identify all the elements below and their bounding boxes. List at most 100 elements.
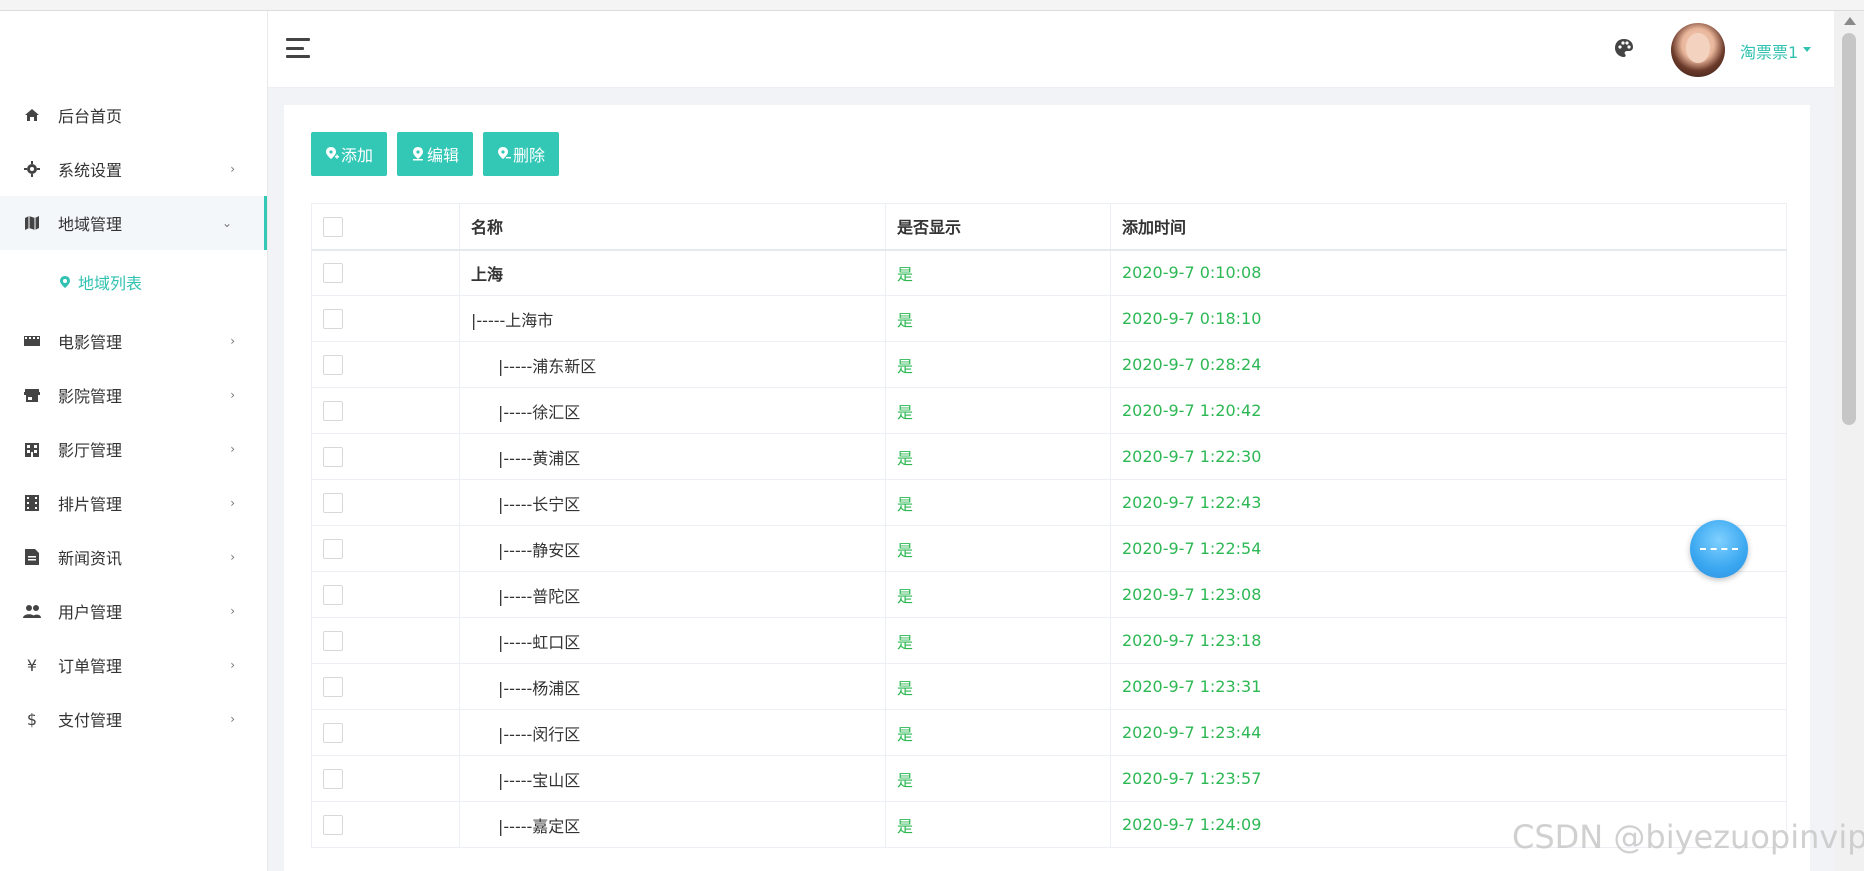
region-name-cell: |-----普陀区 — [459, 571, 886, 618]
sidebar-item-label: 排片管理 — [58, 495, 123, 514]
menu-toggle-icon[interactable] — [286, 38, 310, 58]
row-checkbox[interactable] — [323, 308, 343, 329]
table-row[interactable]: |-----浦东新区是 2020-9-7 0:28:24 — [311, 341, 1787, 388]
floating-assistant-button[interactable] — [1690, 520, 1748, 578]
sidebar-item-payment-management[interactable]: $ 支付管理 › — [0, 692, 267, 746]
sidebar-item-order-management[interactable]: ¥ 订单管理 › — [0, 638, 267, 692]
row-select-cell — [311, 295, 460, 342]
map-icon — [22, 213, 42, 233]
row-checkbox[interactable] — [323, 263, 343, 283]
table-row[interactable]: |-----闵行区是 2020-9-7 1:23:44 — [311, 709, 1787, 756]
show-status-cell: 是 — [885, 663, 1111, 710]
scrollbar-thumb[interactable] — [1842, 33, 1856, 425]
region-table: 名称 是否显示 添加时间 上海是 2020-9-7 0:10:08 |-----上海… — [311, 203, 1787, 848]
show-status-cell: 是 — [885, 801, 1111, 848]
row-select-cell — [311, 249, 460, 296]
sidebar-item-label: 系统设置 — [58, 161, 123, 180]
sidebar-item-label: 支付管理 — [58, 711, 123, 730]
added-time-cell: 2020-9-7 0:18:10 — [1110, 295, 1787, 342]
row-checkbox[interactable] — [323, 768, 343, 789]
column-header-time: 添加时间 — [1110, 203, 1787, 251]
region-name: 闵行区 — [532, 724, 581, 744]
select-all-checkbox[interactable] — [323, 216, 343, 237]
region-name-cell: |-----杨浦区 — [459, 663, 886, 710]
user-name-dropdown[interactable]: 淘票票1 — [1740, 39, 1798, 63]
delete-button-label: 删除 — [513, 146, 546, 165]
row-select-cell — [311, 479, 460, 526]
sidebar-item-user-management[interactable]: 用户管理 › — [0, 584, 267, 638]
region-name: 嘉定区 — [532, 816, 581, 836]
table-row[interactable]: |-----杨浦区是 2020-9-7 1:23:31 — [311, 663, 1787, 710]
sidebar-item-label: 订单管理 — [58, 657, 123, 676]
table-header-row: 名称 是否显示 添加时间 — [311, 203, 1787, 251]
edit-location-icon — [413, 147, 424, 161]
row-checkbox[interactable] — [323, 446, 343, 467]
row-checkbox[interactable] — [323, 814, 343, 835]
added-time-cell: 2020-9-7 1:23:18 — [1110, 617, 1787, 664]
avatar[interactable] — [1671, 23, 1725, 77]
added-time-cell: 2020-9-7 1:22:54 — [1110, 525, 1787, 572]
store-icon — [22, 385, 42, 405]
added-time-cell: 2020-9-7 1:20:42 — [1110, 387, 1787, 434]
select-all-cell — [311, 203, 460, 251]
page-scrollbar[interactable] — [1834, 11, 1864, 871]
row-checkbox[interactable] — [323, 722, 343, 743]
watermark: CSDN @biyezuopinvip — [1512, 818, 1864, 856]
sidebar-subitem-region-list[interactable]: 地域列表 — [0, 250, 267, 314]
sidebar-item-home[interactable]: 后台首页 — [0, 88, 267, 142]
show-status-cell: 是 — [885, 755, 1111, 802]
delete-location-icon — [498, 147, 512, 159]
row-checkbox[interactable] — [323, 630, 343, 651]
sidebar-item-news[interactable]: 新闻资讯 › — [0, 530, 267, 584]
table-row[interactable]: 上海 是 2020-9-7 0:10:08 — [311, 249, 1787, 296]
sidebar-item-cinema-management[interactable]: 影院管理 › — [0, 368, 267, 422]
sidebar-item-movie-management[interactable]: 电影管理 › — [0, 314, 267, 368]
region-name: 上海 — [471, 264, 504, 284]
sidebar-item-label: 电影管理 — [58, 333, 123, 352]
show-status-cell: 是 — [885, 433, 1111, 480]
sidebar-item-system-settings[interactable]: 系统设置 › — [0, 142, 267, 196]
table-row[interactable]: |-----上海市是 2020-9-7 0:18:10 — [311, 295, 1787, 342]
edit-button[interactable]: 编辑 — [397, 132, 474, 176]
row-checkbox[interactable] — [323, 354, 343, 375]
row-checkbox[interactable] — [323, 538, 343, 559]
yen-icon: ¥ — [26, 655, 38, 675]
row-checkbox[interactable] — [323, 400, 343, 421]
chevron-right-icon: › — [230, 442, 235, 456]
chevron-right-icon: › — [230, 496, 235, 510]
sidebar-item-label: 地域管理 — [58, 215, 123, 234]
location-icon — [58, 275, 72, 289]
chevron-right-icon: › — [230, 658, 235, 672]
sidebar-item-region-management[interactable]: 地域管理 ⌄ — [0, 196, 267, 250]
row-checkbox[interactable] — [323, 584, 343, 605]
edit-button-label: 编辑 — [427, 146, 460, 165]
palette-icon[interactable] — [1613, 37, 1635, 63]
add-button[interactable]: 添加 — [311, 132, 388, 176]
tree-prefix: |----- — [498, 724, 533, 744]
home-icon — [22, 105, 42, 125]
table-row[interactable]: |-----静安区是 2020-9-7 1:22:54 — [311, 525, 1787, 572]
row-checkbox[interactable] — [323, 492, 343, 513]
table-row[interactable]: |-----黄浦区是 2020-9-7 1:22:30 — [311, 433, 1787, 480]
table-row[interactable]: |-----徐汇区是 2020-9-7 1:20:42 — [311, 387, 1787, 434]
added-time-cell: 2020-9-7 0:28:24 — [1110, 341, 1787, 388]
sidebar-item-schedule-management[interactable]: 排片管理 › — [0, 476, 267, 530]
sidebar: 后台首页 系统设置 › 地域管理 ⌄ 地域列表 电影管理 › 影院管理 › 影厅… — [0, 11, 268, 871]
sidebar-item-hall-management[interactable]: 影厅管理 › — [0, 422, 267, 476]
table-row[interactable]: |-----虹口区是 2020-9-7 1:23:18 — [311, 617, 1787, 664]
row-checkbox[interactable] — [323, 676, 343, 697]
add-button-label: 添加 — [341, 146, 374, 165]
chevron-down-icon: ⌄ — [221, 216, 232, 230]
delete-button[interactable]: 删除 — [483, 132, 560, 176]
row-select-cell — [311, 433, 460, 480]
table-row[interactable]: |-----宝山区是 2020-9-7 1:23:57 — [311, 755, 1787, 802]
added-time-cell: 2020-9-7 1:23:31 — [1110, 663, 1787, 710]
sidebar-logo-area — [0, 11, 267, 88]
region-name: 静安区 — [532, 540, 581, 560]
scroll-up-arrow-icon[interactable] — [1844, 17, 1856, 25]
browser-top-strip — [0, 0, 1864, 11]
region-name-cell: |-----上海市 — [459, 295, 886, 342]
table-row[interactable]: |-----普陀区是 2020-9-7 1:23:08 — [311, 571, 1787, 618]
region-name-cell: |-----闵行区 — [459, 709, 886, 756]
table-row[interactable]: |-----长宁区是 2020-9-7 1:22:43 — [311, 479, 1787, 526]
